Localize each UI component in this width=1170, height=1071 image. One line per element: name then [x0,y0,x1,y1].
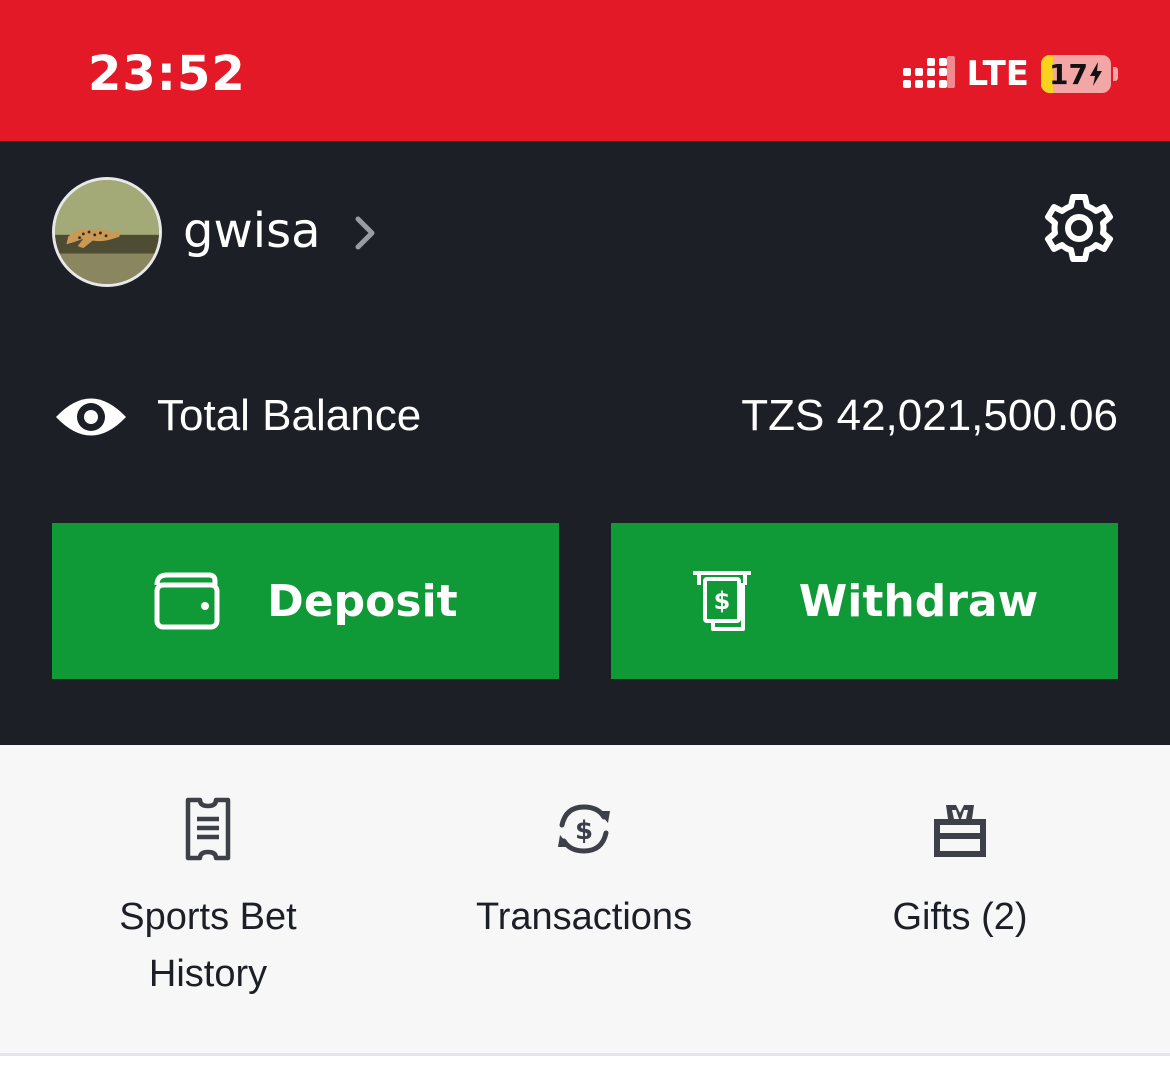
ticket-icon [185,797,231,861]
gifts-label: Gifts (2) [892,896,1028,938]
shortcut-menu: Sports Bet History $ Transactions Gifts … [0,745,1170,1053]
deposit-label: Deposit [267,575,458,627]
total-balance-value: TZS 42,021,500.06 [741,391,1118,440]
username[interactable]: gwisa [183,203,320,259]
status-indicators: LTE 17 [902,52,1118,96]
sports-bet-history-label: Sports Bet History [119,896,297,995]
account-panel: gwisa Total Balance TZS 42,021,500.06 De… [0,141,1170,745]
battery-level: 17 [1049,57,1088,91]
charging-bolt-icon [1089,62,1102,86]
cheetah-avatar-icon[interactable] [52,177,162,287]
withdraw-button[interactable]: $ Withdraw [611,523,1118,679]
eye-icon[interactable] [54,388,128,446]
deposit-button[interactable]: Deposit [52,523,559,679]
transactions-label: Transactions [475,896,693,938]
money-exchange-icon: $ [558,804,610,854]
gift-icon [934,805,986,857]
status-bar: 23:52 LTE 17 [0,0,1170,141]
transactions-shortcut[interactable]: $ Transactions [419,797,749,946]
next-section-edge [0,1056,1170,1071]
wallet-icon [154,572,220,630]
atm-cash-icon: $ [692,571,751,631]
svg-text:$: $ [575,816,593,846]
signal-strength-icon [902,56,955,88]
withdraw-label: Withdraw [798,575,1039,627]
total-balance-label: Total Balance [157,391,422,440]
sports-bet-history-shortcut[interactable]: Sports Bet History [43,797,373,1003]
battery-tip [1113,67,1118,81]
chevron-right-icon[interactable] [350,213,380,253]
svg-text:$: $ [713,587,730,615]
gear-icon[interactable] [1040,189,1118,267]
battery-icon: 17 [1041,55,1111,93]
status-time: 23:52 [88,46,246,102]
gifts-shortcut[interactable]: Gifts (2) [795,797,1125,946]
network-type: LTE [966,54,1029,94]
